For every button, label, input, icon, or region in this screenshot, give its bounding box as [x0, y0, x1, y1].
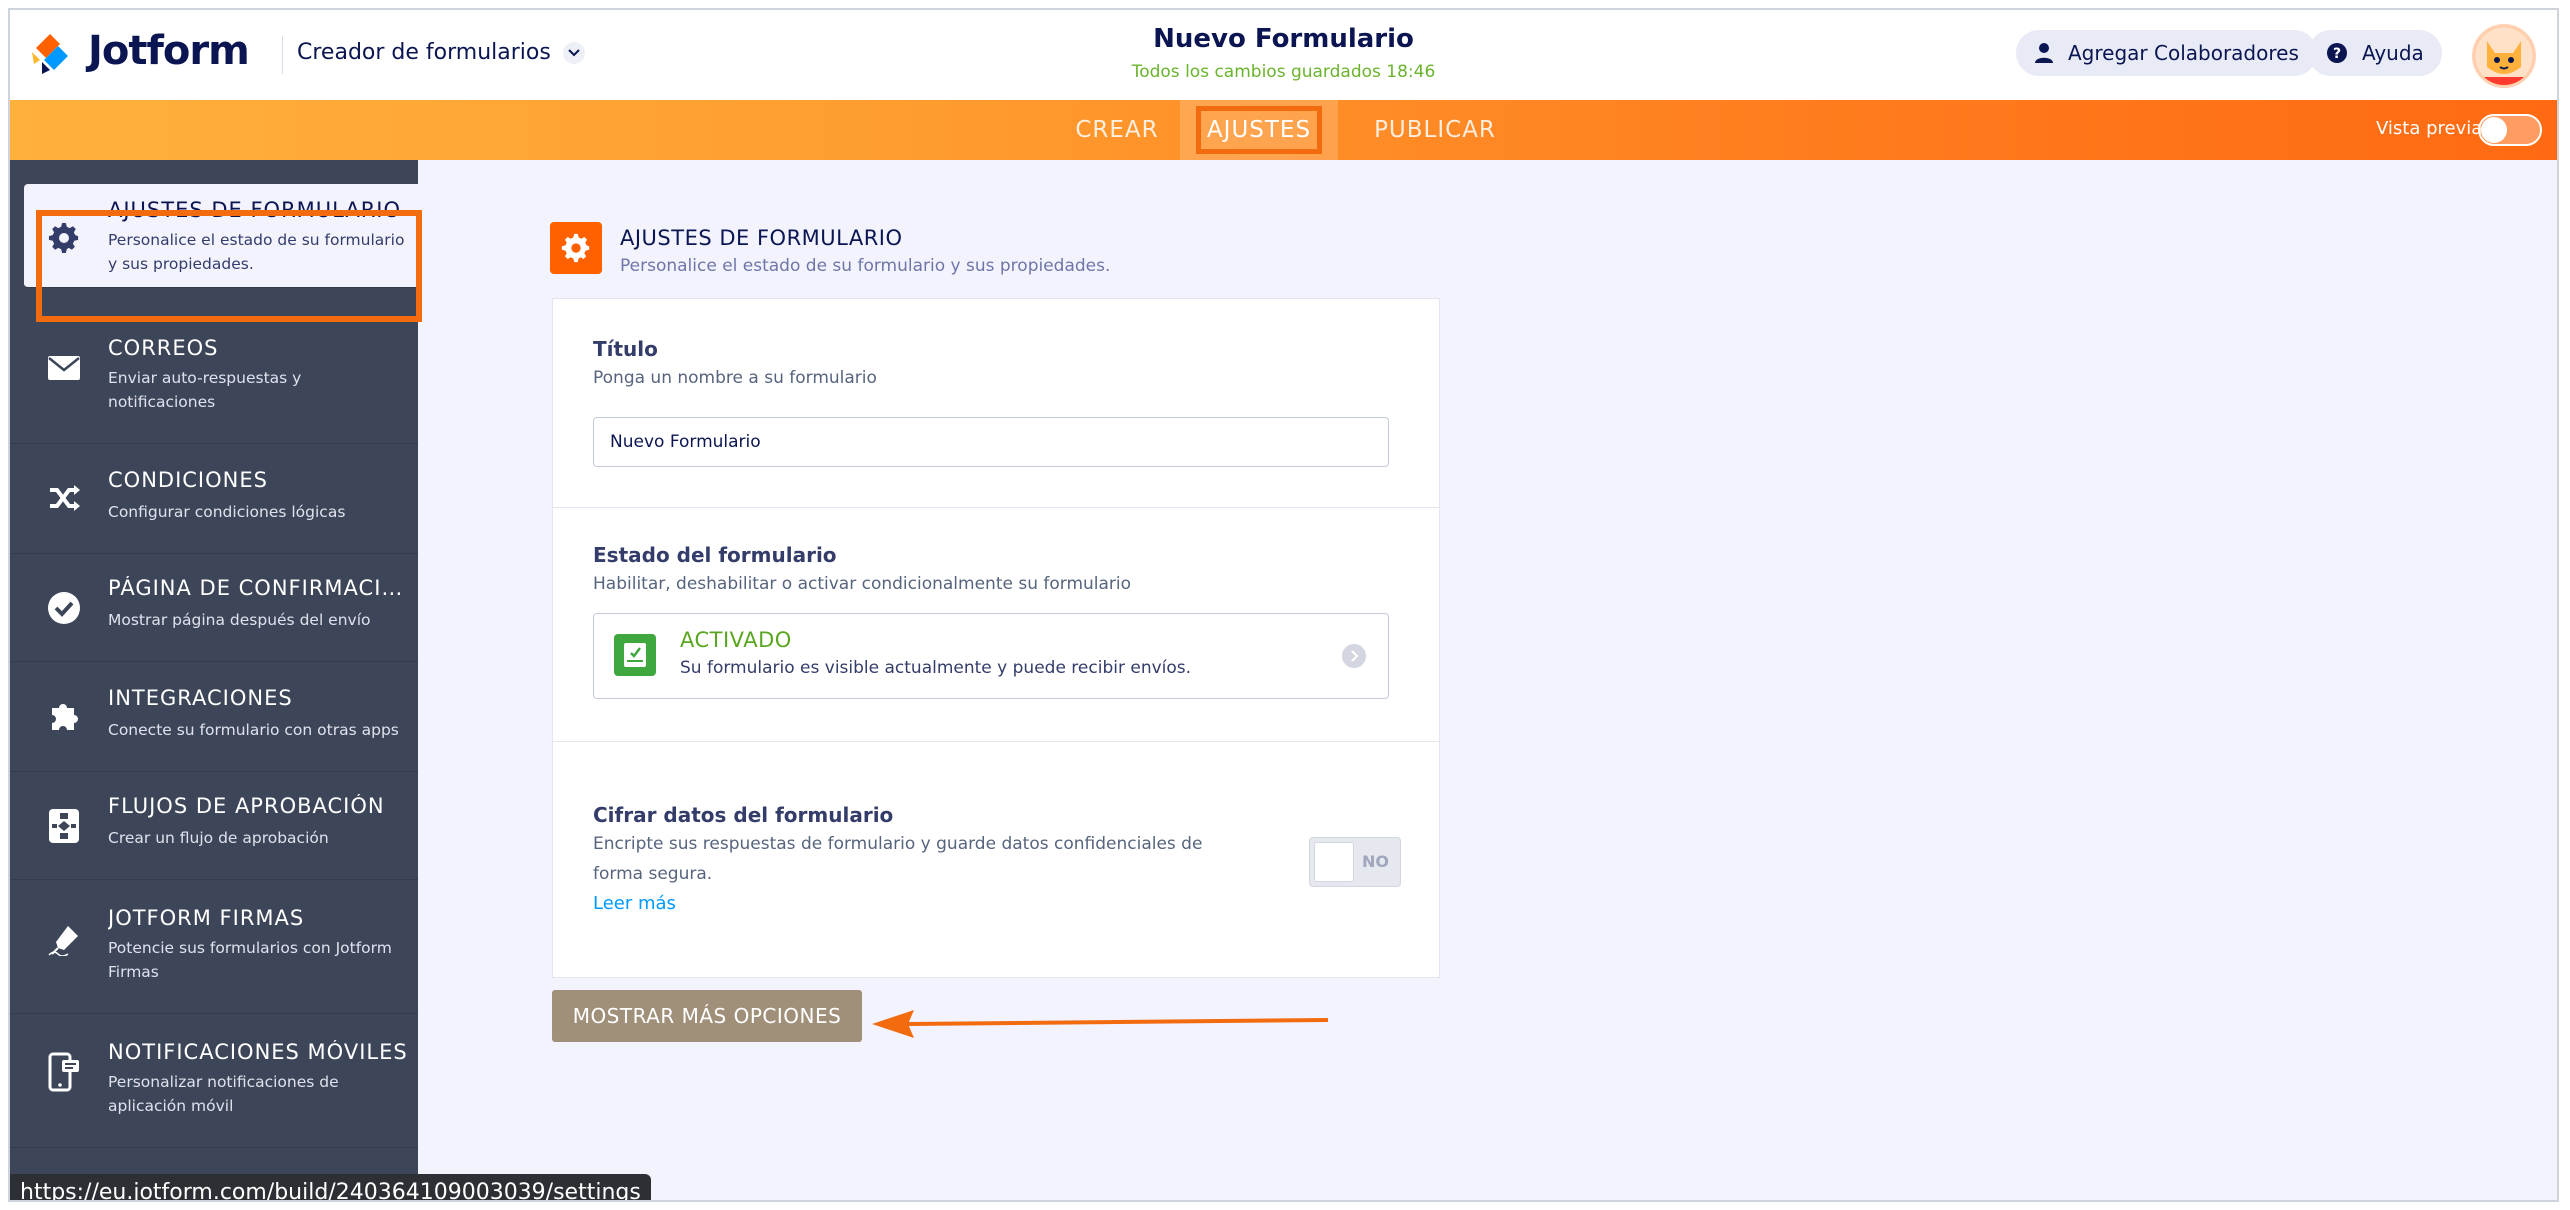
preview-label: Vista previa [2376, 118, 2483, 139]
card-divider [553, 741, 1439, 742]
sidebar-item-emails[interactable]: CORREOS Enviar auto-respuestas y notific… [10, 310, 418, 444]
sidebar-item-conditions[interactable]: CONDICIONES Configurar condiciones lógic… [10, 444, 418, 554]
status-field-help: Habilitar, deshabilitar o activar condic… [593, 574, 1132, 594]
url-status-bar: https://eu.jotform.com/build/24036410900… [10, 1174, 651, 1200]
sidebar-item-desc: Enviar auto-respuestas y notificaciones [108, 369, 302, 411]
settings-card: Título Ponga un nombre a su formulario E… [552, 298, 1440, 978]
tab-crear[interactable]: CREAR [1050, 100, 1184, 160]
svg-text:?: ? [2333, 46, 2341, 62]
status-description: Su formulario es visible actualmente y p… [680, 658, 1192, 678]
add-collaborators-label: Agregar Colaboradores [2068, 41, 2299, 65]
section-subtitle: Personalice el estado de su formulario y… [620, 256, 1111, 276]
sidebar-item-title: FLUJOS DE APROBACIÓN [108, 794, 385, 818]
title-field-help: Ponga un nombre a su formulario [593, 368, 877, 388]
section-gear-icon [550, 222, 602, 274]
sidebar-item-title: CONDICIONES [108, 468, 268, 492]
user-avatar[interactable] [2472, 24, 2536, 88]
sidebar-item-title: NOTIFICACIONES MÓVILES [108, 1040, 408, 1064]
annotation-arrow-icon [872, 1010, 1329, 1038]
user-icon [2035, 43, 2053, 63]
encrypt-help-line2: forma segura. [593, 864, 713, 884]
sidebar-item-desc: Personalice el estado de su formulario y… [108, 231, 405, 273]
sidebar-item-desc: Potencie sus formularios con Jotform Fir… [108, 939, 392, 981]
gear-icon [46, 220, 82, 256]
mobile-icon [46, 1052, 82, 1092]
help-icon: ? [2327, 43, 2347, 63]
encrypt-toggle-state: NO [1362, 852, 1389, 871]
sidebar-item-confirmation-page[interactable]: PÁGINA DE CONFIRMACIÓN Mostrar página de… [10, 554, 418, 662]
settings-sidebar: AJUSTES DE FORMULARIO Personalice el est… [10, 160, 420, 1200]
sidebar-item-integrations[interactable]: INTEGRACIONES Conecte su formulario con … [10, 662, 418, 772]
show-more-options-button[interactable]: MOSTRAR MÁS OPCIONES [552, 990, 862, 1042]
form-title-input[interactable] [593, 417, 1389, 467]
shuffle-icon [46, 480, 82, 516]
chevron-right-icon [1342, 644, 1366, 668]
encrypt-toggle[interactable]: NO [1309, 837, 1401, 887]
card-divider [553, 507, 1439, 508]
top-header: Jotform Creador de formularios Nuevo For… [10, 10, 2557, 101]
sidebar-item-mobile-notifications[interactable]: NOTIFICACIONES MÓVILES Personalizar noti… [10, 1014, 418, 1148]
encrypt-help-line1: Encripte sus respuestas de formulario y … [593, 834, 1203, 854]
encrypt-field-label: Cifrar datos del formulario [593, 803, 894, 827]
tab-ajustes[interactable]: AJUSTES [1180, 100, 1338, 160]
tab-publicar[interactable]: PUBLICAR [1352, 100, 1518, 160]
status-value: ACTIVADO [680, 628, 792, 652]
help-label: Ayuda [2362, 41, 2424, 65]
sidebar-item-title: AJUSTES DE FORMULARIO [108, 198, 402, 222]
sidebar-item-desc: Crear un flujo de aprobación [108, 829, 329, 847]
pen-sign-icon [46, 922, 82, 958]
form-status-selector[interactable]: ACTIVADO Su formulario es visible actual… [593, 613, 1389, 699]
tab-ajustes-label: AJUSTES [1195, 106, 1323, 154]
add-collaborators-button[interactable]: Agregar Colaboradores [2016, 30, 2317, 76]
flow-icon [46, 808, 82, 844]
preview-toggle-knob [2481, 117, 2507, 143]
sidebar-item-desc: Conecte su formulario con otras apps [108, 721, 399, 739]
envelope-icon [46, 350, 82, 386]
read-more-link[interactable]: Leer más [593, 893, 676, 914]
help-button[interactable]: ? Ayuda [2308, 30, 2442, 76]
sidebar-item-desc: Configurar condiciones lógicas [108, 503, 346, 521]
puzzle-icon [46, 698, 82, 734]
sidebar-item-desc: Personalizar notificaciones de aplicació… [108, 1073, 339, 1115]
sidebar-item-title: INTEGRACIONES [108, 686, 293, 710]
app-window: Jotform Creador de formularios Nuevo For… [8, 8, 2559, 1202]
encrypt-toggle-knob [1314, 842, 1354, 882]
sidebar-item-desc: Mostrar página después del envío [108, 611, 371, 629]
sidebar-item-title: PÁGINA DE CONFIRMACIÓN [108, 576, 408, 600]
avatar-cat-icon [2475, 27, 2533, 85]
form-enabled-icon [614, 634, 656, 676]
sidebar-item-approval-flows[interactable]: FLUJOS DE APROBACIÓN Crear un flujo de a… [10, 772, 418, 880]
title-field-label: Título [593, 337, 658, 361]
section-title: AJUSTES DE FORMULARIO [620, 226, 903, 250]
builder-nav: CREAR AJUSTES PUBLICAR [10, 100, 2557, 160]
sidebar-item-form-settings[interactable]: AJUSTES DE FORMULARIO Personalice el est… [24, 184, 420, 288]
sidebar-item-title: CORREOS [108, 336, 219, 360]
sidebar-item-title: JOTFORM FIRMAS [108, 906, 305, 930]
preview-toggle[interactable] [2478, 114, 2542, 146]
status-field-label: Estado del formulario [593, 543, 837, 567]
sidebar-item-jotform-sign[interactable]: JOTFORM FIRMAS Potencie sus formularios … [10, 880, 418, 1014]
check-circle-icon [46, 590, 82, 626]
